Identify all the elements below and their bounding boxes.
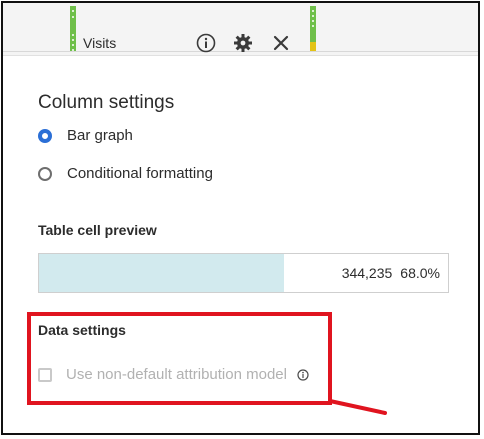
radio-selected-indicator[interactable]: [38, 128, 52, 143]
panel-title: Column settings: [38, 92, 175, 113]
preview-percent: 68.0%: [400, 265, 440, 281]
preview-bar-fill: [39, 254, 285, 292]
column-settings-popover: Visits Column settings Bar graph Conditi…: [1, 1, 480, 435]
settings-panel: Column settings Bar graph Conditional fo…: [3, 56, 478, 433]
radio-bar-graph[interactable]: Bar graph: [38, 127, 133, 144]
radio-label: Conditional formatting: [67, 165, 213, 182]
data-settings-heading: Data settings: [38, 322, 126, 338]
column-header: Visits: [3, 3, 478, 56]
close-icon[interactable]: [271, 33, 291, 53]
gear-icon[interactable]: [233, 33, 253, 53]
attribution-checkbox[interactable]: [38, 367, 52, 382]
column-title: Visits: [83, 35, 117, 51]
preview-number: 344,235: [341, 265, 393, 281]
info-icon[interactable]: [196, 33, 216, 53]
radio-unselected-indicator[interactable]: [38, 166, 52, 181]
preview-heading: Table cell preview: [38, 222, 157, 238]
attribution-checkbox-label: Use non-default attribution model: [66, 366, 287, 383]
column-drag-handle-right[interactable]: [310, 6, 316, 52]
preview-value: 344,235 68.0%: [342, 265, 440, 281]
radio-label: Bar graph: [67, 127, 133, 144]
info-icon[interactable]: [297, 368, 309, 381]
table-cell-preview: 344,235 68.0%: [38, 253, 449, 293]
column-drag-handle-left[interactable]: [70, 6, 76, 52]
attribution-model-option[interactable]: Use non-default attribution model: [38, 366, 309, 383]
radio-conditional-formatting[interactable]: Conditional formatting: [38, 165, 213, 182]
